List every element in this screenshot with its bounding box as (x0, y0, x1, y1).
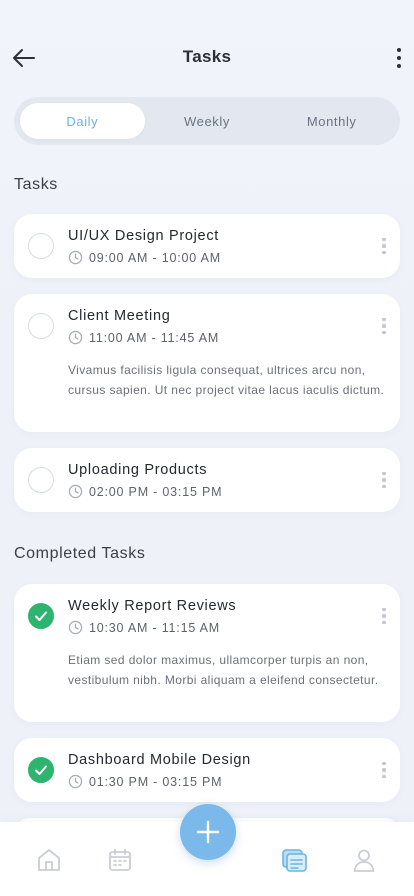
clock-icon (68, 330, 83, 345)
task-menu-button[interactable] (380, 606, 388, 626)
task-menu-button[interactable] (380, 236, 388, 256)
nav-home[interactable] (35, 846, 63, 874)
page-title: Tasks (182, 47, 232, 66)
tab-daily[interactable]: Daily (20, 103, 145, 139)
clock-icon (68, 774, 83, 789)
task-time: 09:00 AM - 10:00 AM (68, 250, 221, 265)
task-time-text: 02:00 PM - 03:15 PM (89, 484, 223, 499)
dot (382, 471, 386, 476)
nav-profile[interactable] (350, 846, 378, 874)
tasks-icon (282, 849, 307, 872)
dot (382, 478, 386, 482)
dot (382, 330, 386, 335)
dot (382, 774, 386, 779)
task-title: Weekly Report Reviews (68, 598, 237, 614)
dot (382, 250, 386, 255)
dot (382, 761, 386, 766)
completed-task-card[interactable]: Weekly Report Reviews 10:30 AM - 11:15 A… (14, 584, 400, 722)
dot (382, 237, 386, 242)
tab-monthly[interactable]: Monthly (269, 103, 394, 139)
plus-icon (196, 820, 220, 844)
task-time-text: 01:30 PM - 03:15 PM (89, 774, 223, 789)
clock-icon (68, 250, 83, 265)
task-menu-button[interactable] (380, 760, 388, 780)
period-tabs: Daily Weekly Monthly (14, 97, 400, 145)
calendar-icon (109, 848, 131, 871)
clock-icon (68, 484, 83, 499)
clock-icon (68, 620, 83, 635)
task-menu-button[interactable] (380, 470, 388, 490)
dot (382, 484, 386, 489)
more-options-button[interactable] (392, 44, 406, 72)
add-task-button[interactable] (180, 804, 236, 860)
dot (382, 620, 386, 625)
nav-calendar[interactable] (106, 846, 134, 874)
header: Tasks (0, 30, 414, 86)
dot (382, 614, 386, 618)
task-card[interactable]: UI/UX Design Project 09:00 AM - 10:00 AM (14, 214, 400, 278)
task-title: UI/UX Design Project (68, 228, 219, 244)
task-time: 10:30 AM - 11:15 AM (68, 620, 220, 635)
dot (397, 64, 401, 68)
checkmark-icon (35, 611, 47, 621)
task-checkbox[interactable] (28, 313, 54, 339)
profile-icon (353, 849, 375, 872)
task-menu-button[interactable] (380, 316, 388, 336)
task-card[interactable]: Uploading Products 02:00 PM - 03:15 PM (14, 448, 400, 512)
dot (382, 244, 386, 248)
task-description: Etiam sed dolor maximus, ullamcorper tur… (68, 653, 379, 687)
task-checkbox-checked[interactable] (28, 757, 54, 783)
completed-section-title: Completed Tasks (14, 545, 146, 562)
task-description: Vivamus facilisis ligula consequat, ultr… (68, 363, 385, 397)
task-time: 02:00 PM - 03:15 PM (68, 484, 222, 499)
completed-task-card[interactable]: Dashboard Mobile Design 01:30 PM - 03:15… (14, 738, 400, 802)
task-time-text: 09:00 AM - 10:00 AM (89, 250, 221, 265)
dot (382, 607, 386, 612)
task-checkbox-checked[interactable] (28, 603, 54, 629)
dot (397, 56, 401, 60)
nav-tasks[interactable] (281, 846, 309, 874)
home-icon (38, 849, 60, 871)
task-time: 11:00 AM - 11:45 AM (68, 330, 219, 345)
tasks-section-title: Tasks (14, 176, 58, 193)
dot (382, 768, 386, 772)
task-time-text: 11:00 AM - 11:45 AM (89, 330, 220, 345)
tab-weekly[interactable]: Weekly (145, 103, 270, 139)
checkmark-icon (35, 765, 47, 775)
task-time-text: 10:30 AM - 11:15 AM (89, 620, 221, 635)
task-title: Uploading Products (68, 462, 208, 478)
task-title: Client Meeting (68, 308, 171, 324)
task-checkbox[interactable] (28, 467, 54, 493)
task-card[interactable]: Client Meeting 11:00 AM - 11:45 AM Vivam… (14, 294, 400, 432)
dot (382, 324, 386, 328)
dot (397, 48, 401, 52)
task-title: Dashboard Mobile Design (68, 752, 251, 768)
task-checkbox[interactable] (28, 233, 54, 259)
dot (382, 317, 386, 322)
task-time: 01:30 PM - 03:15 PM (68, 774, 222, 789)
